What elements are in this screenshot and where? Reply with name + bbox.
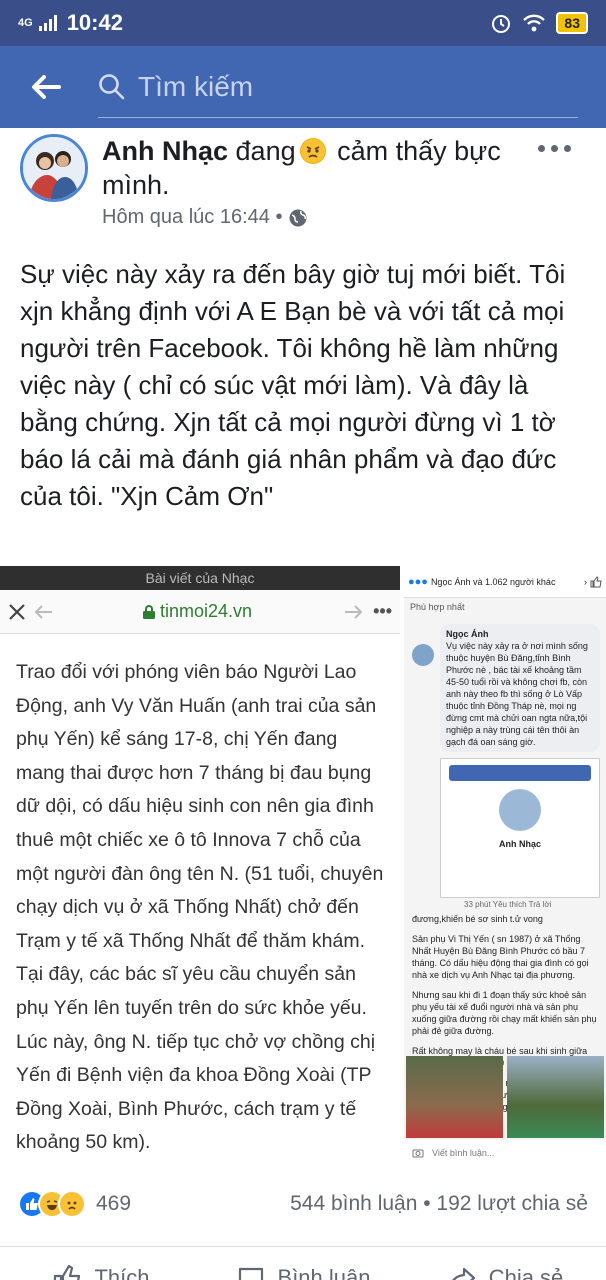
post-meta: Hôm qua lúc 16:44 • [102,206,308,229]
share-button[interactable]: Chia sẻ [404,1263,606,1280]
post-body-text: Sự việc này xảy ra đến bây giờ tuj mới b… [20,259,566,511]
news-photos [406,1056,604,1138]
comment-actions: 33 phút Yêu thích Trả lời [464,900,552,909]
screenshot-top-title: Bài viết của Nhạc [0,566,400,590]
post-image-article[interactable]: Bài viết của Nhạc tinmoi24.vn ••• Trao đ… [0,566,400,1183]
feeling-prefix: đang [235,136,296,166]
author-name[interactable]: Anh Nhạc [102,136,228,166]
more-options-button[interactable] [538,138,578,158]
news-paragraph: đương,khiến bé sơ sinh t.ử vong [412,914,543,924]
commenter-name: Ngọc Ánh [446,629,489,639]
more-dots-icon: ••• [373,601,392,621]
post-stats: 469 544 bình luận • 192 lượt chia sẻ [0,1184,606,1224]
globe-icon [289,209,307,226]
search-input[interactable]: Tìm kiếm [98,56,578,118]
news-paragraph: Sản phụ Vi Thị Yến ( sn 1987) ở xã Thống… [412,934,589,980]
more-dot-icon [564,144,571,152]
screenshot-comment-input: Viết bình luận... [404,1140,606,1166]
avatar-photo [23,137,85,199]
like-icon [54,1264,81,1280]
angry-emoji-icon [299,138,326,164]
lock-icon [143,604,155,619]
screenshot-comment: Ngọc Ánh Vụ việc này xảy ra ở nơi mình s… [440,624,600,752]
search-icon [99,73,125,99]
signal-icon [38,15,57,31]
search-header: Tìm kiếm [0,46,606,128]
post-image-comment[interactable]: ●●● Ngọc Ánh và 1.062 người khác › Phù h… [404,566,606,1166]
shot-name: Anh Nhạc [498,839,541,849]
close-icon [9,603,25,620]
post-header: Anh Nhạc đang cảm thấy bực mình. Hôm qua… [0,128,606,243]
more-dot-icon [551,144,558,152]
shot-avatar [499,789,541,831]
sad-reaction-icon [58,1190,86,1218]
post-title: Anh Nhạc đang cảm thấy bực mình. [102,134,542,202]
screenshot-url: tinmoi24.vn [160,601,253,621]
network-label: 4G [18,17,33,29]
screenshot-url-bar: tinmoi24.vn ••• [0,590,400,634]
share-icon [451,1267,475,1280]
shot-header [448,765,592,781]
back-arrow-icon [34,604,52,619]
reaction-icons: ●●● [408,575,428,588]
embedded-profile-shot: Anh Nhạc [440,758,600,898]
post-action-bar: Thích Bình luận Chia sẻ [0,1246,606,1280]
more-dot-icon [538,144,545,152]
wifi-icon [523,14,546,32]
comments-shares-count[interactable]: 544 bình luận • 192 lượt chia sẻ [290,1192,588,1216]
screenshot-filter: Phù hợp nhất [410,602,465,612]
comment-icon [238,1267,263,1280]
author-avatar[interactable] [20,134,88,202]
camera-icon [412,1149,424,1158]
comment-input-placeholder: Viết bình luận... [432,1148,495,1158]
comment-label: Bình luận [277,1265,371,1280]
reaction-count[interactable]: 469 [96,1192,131,1216]
screenshot-article-text: Trao đổi với phóng viên báo Người Lao Độ… [16,661,384,1154]
news-photo [507,1056,604,1138]
battery-level: 83 [556,12,588,34]
status-left: 4G 10:42 [18,10,123,36]
like-outline-icon [590,575,602,587]
comment-text: Vụ việc này xảy ra ở nơi mình sống thuộc… [446,641,588,747]
back-arrow-icon [32,75,61,99]
alarm-icon [492,15,511,33]
search-placeholder: Tìm kiếm [138,70,254,102]
screenshot-reactions-text: Ngọc Ánh và 1.062 người khác [430,576,556,587]
share-label: Chia sẻ [488,1265,564,1280]
commenter-avatar [412,644,434,666]
screenshot-reactions-bar: ●●● Ngọc Ánh và 1.062 người khác › [404,566,606,598]
status-bar: 4G 10:42 83 [0,0,606,46]
news-photo [406,1056,503,1138]
news-paragraph: Nhưng sau khi đi 1 đoạn thấy sức khoẻ sả… [412,990,597,1036]
comment-button[interactable]: Bình luận [202,1263,404,1280]
back-button[interactable] [16,57,76,117]
like-label: Thích [94,1265,150,1280]
clock: 10:42 [66,10,123,35]
forward-arrow-icon [345,604,363,619]
chevron-right-icon: › [584,576,587,587]
like-button[interactable]: Thích [0,1263,202,1280]
status-right: 83 [490,12,588,34]
post-timestamp[interactable]: Hôm qua lúc 16:44 • [102,206,282,229]
